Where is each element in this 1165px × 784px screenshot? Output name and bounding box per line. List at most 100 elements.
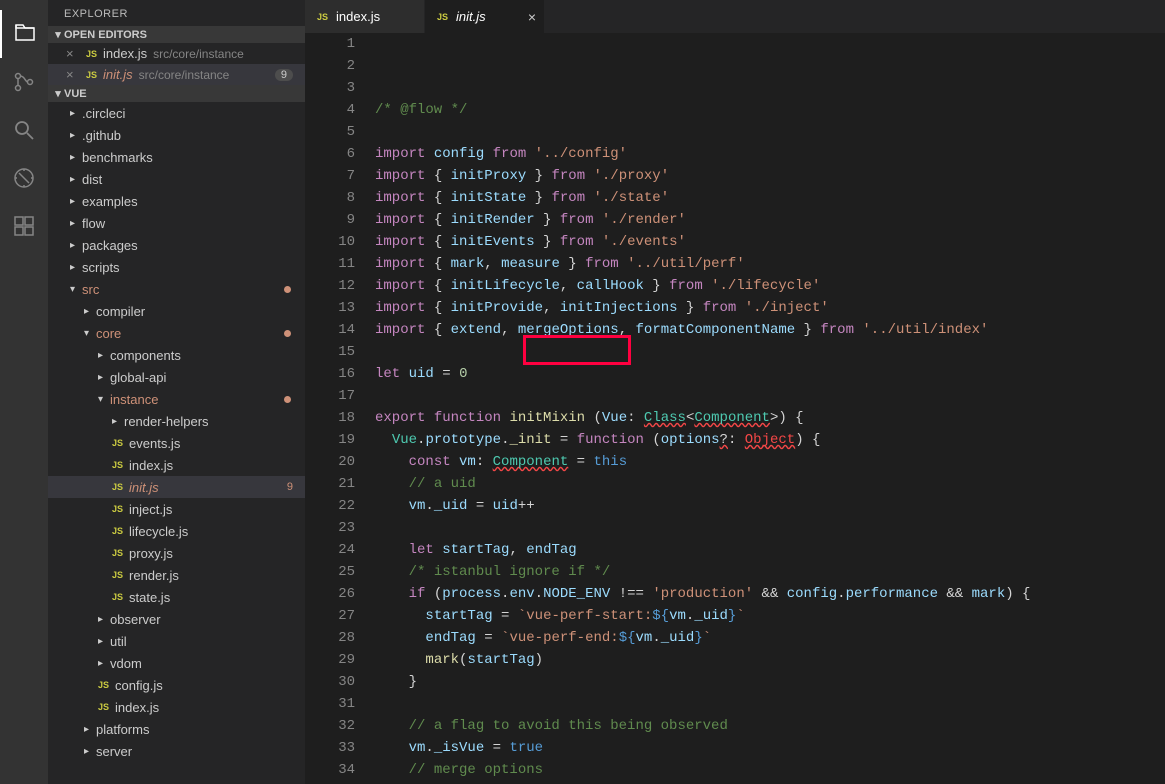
line-number: 31 — [305, 693, 355, 715]
tree-folder[interactable]: ▸dist — [48, 168, 305, 190]
code-line[interactable]: import config from '../config' — [375, 143, 1165, 165]
code-line[interactable]: /* @flow */ — [375, 99, 1165, 121]
code-line[interactable]: const vm: Component = this — [375, 451, 1165, 473]
js-icon: JS — [112, 526, 123, 536]
file-name: init.js — [103, 67, 133, 82]
line-number: 8 — [305, 187, 355, 209]
code-line[interactable]: import { extend, mergeOptions, formatCom… — [375, 319, 1165, 341]
tree-folder[interactable]: ▸.github — [48, 124, 305, 146]
tree-folder[interactable]: ▸compiler — [48, 300, 305, 322]
tree-file[interactable]: JSlifecycle.js — [48, 520, 305, 542]
tree-folder[interactable]: ▸flow — [48, 212, 305, 234]
tree-folder[interactable]: ▸render-helpers — [48, 410, 305, 432]
code-line[interactable]: startTag = `vue-perf-start:${vm._uid}` — [375, 605, 1165, 627]
tree-file[interactable]: JSconfig.js — [48, 674, 305, 696]
tree-file[interactable]: JSinit.js9 — [48, 476, 305, 498]
code-line[interactable] — [375, 121, 1165, 143]
explorer-icon[interactable] — [0, 10, 48, 58]
line-number: 18 — [305, 407, 355, 429]
code-line[interactable]: // merge options — [375, 759, 1165, 781]
editor-tab[interactable]: JSinit.js× — [425, 0, 545, 33]
code-line[interactable]: let startTag, endTag — [375, 539, 1165, 561]
code-line[interactable] — [375, 693, 1165, 715]
code-line[interactable]: import { mark, measure } from '../util/p… — [375, 253, 1165, 275]
editor-tab[interactable]: JSindex.js — [305, 0, 425, 33]
code-editor[interactable]: 1234567891011121314151617181920212223242… — [305, 33, 1165, 784]
debug-icon[interactable] — [0, 154, 48, 202]
code-line[interactable]: /* istanbul ignore if */ — [375, 561, 1165, 583]
tree-folder[interactable]: ▸util — [48, 630, 305, 652]
chevron-icon: ▸ — [70, 196, 80, 207]
folder-label: scripts — [82, 260, 120, 275]
tree-folder[interactable]: ▸.circleci — [48, 102, 305, 124]
line-number: 26 — [305, 583, 355, 605]
tree-folder[interactable]: ▸components — [48, 344, 305, 366]
code-line[interactable]: import { initRender } from './render' — [375, 209, 1165, 231]
line-number: 4 — [305, 99, 355, 121]
tree-folder[interactable]: ▾core — [48, 322, 305, 344]
code-line[interactable]: import { initEvents } from './events' — [375, 231, 1165, 253]
tree-file[interactable]: JSproxy.js — [48, 542, 305, 564]
code-line[interactable]: import { initProvide, initInjections } f… — [375, 297, 1165, 319]
code-line[interactable]: export function initMixin (Vue: Class<Co… — [375, 407, 1165, 429]
code-line[interactable]: import { initProxy } from './proxy' — [375, 165, 1165, 187]
code-content[interactable]: /* @flow */ import config from '../config… — [375, 33, 1165, 784]
folder-label: core — [96, 326, 121, 341]
tree-folder[interactable]: ▾src — [48, 278, 305, 300]
close-icon[interactable]: × — [66, 67, 80, 82]
line-number: 27 — [305, 605, 355, 627]
code-line[interactable]: endTag = `vue-perf-end:${vm._uid}` — [375, 627, 1165, 649]
tree-folder[interactable]: ▾instance — [48, 388, 305, 410]
folder-label: platforms — [96, 722, 149, 737]
tree-folder[interactable]: ▸examples — [48, 190, 305, 212]
tree-folder[interactable]: ▸scripts — [48, 256, 305, 278]
chevron-icon: ▸ — [98, 372, 108, 383]
chevron-icon: ▸ — [84, 746, 94, 757]
code-line[interactable]: // a uid — [375, 473, 1165, 495]
code-line[interactable]: // a flag to avoid this being observed — [375, 715, 1165, 737]
chevron-icon: ▸ — [84, 306, 94, 317]
line-number: 13 — [305, 297, 355, 319]
tree-file[interactable]: JSrender.js — [48, 564, 305, 586]
code-line[interactable]: } — [375, 671, 1165, 693]
code-line[interactable]: vm._isVue = true — [375, 737, 1165, 759]
source-control-icon[interactable] — [0, 58, 48, 106]
js-icon: JS — [112, 504, 123, 514]
tree-folder[interactable]: ▸observer — [48, 608, 305, 630]
code-line[interactable]: Vue.prototype._init = function (options?… — [375, 429, 1165, 451]
tree-folder[interactable]: ▸vdom — [48, 652, 305, 674]
tree-file[interactable]: JSindex.js — [48, 454, 305, 476]
code-line[interactable] — [375, 385, 1165, 407]
tree-folder[interactable]: ▸server — [48, 740, 305, 762]
chevron-icon: ▸ — [98, 636, 108, 647]
modified-dot-icon — [284, 330, 291, 337]
code-line[interactable] — [375, 517, 1165, 539]
tree-folder[interactable]: ▸global-api — [48, 366, 305, 388]
code-line[interactable]: let uid = 0 — [375, 363, 1165, 385]
open-editors-section[interactable]: ▾OPEN EDITORS — [48, 26, 305, 43]
tree-folder[interactable]: ▸benchmarks — [48, 146, 305, 168]
code-line[interactable]: if (process.env.NODE_ENV !== 'production… — [375, 583, 1165, 605]
tree-file[interactable]: JSevents.js — [48, 432, 305, 454]
close-icon[interactable]: × — [66, 46, 80, 61]
code-line[interactable]: vm._uid = uid++ — [375, 495, 1165, 517]
tree-file[interactable]: JSstate.js — [48, 586, 305, 608]
project-section[interactable]: ▾VUE — [48, 85, 305, 102]
extensions-icon[interactable] — [0, 202, 48, 250]
tree-file[interactable]: JSindex.js — [48, 696, 305, 718]
open-editor-item[interactable]: ×JSindex.jssrc/core/instance — [48, 43, 305, 64]
folder-label: examples — [82, 194, 138, 209]
tree-folder[interactable]: ▸platforms — [48, 718, 305, 740]
js-icon: JS — [437, 12, 448, 22]
line-number: 30 — [305, 671, 355, 693]
tree-folder[interactable]: ▸packages — [48, 234, 305, 256]
code-line[interactable]: import { initLifecycle, callHook } from … — [375, 275, 1165, 297]
code-line[interactable]: mark(startTag) — [375, 649, 1165, 671]
open-editor-item[interactable]: ×JSinit.jssrc/core/instance9 — [48, 64, 305, 85]
search-icon[interactable] — [0, 106, 48, 154]
code-line[interactable]: import { initState } from './state' — [375, 187, 1165, 209]
code-line[interactable] — [375, 341, 1165, 363]
close-icon[interactable]: × — [528, 9, 536, 25]
tree-file[interactable]: JSinject.js — [48, 498, 305, 520]
folder-label: observer — [110, 612, 161, 627]
